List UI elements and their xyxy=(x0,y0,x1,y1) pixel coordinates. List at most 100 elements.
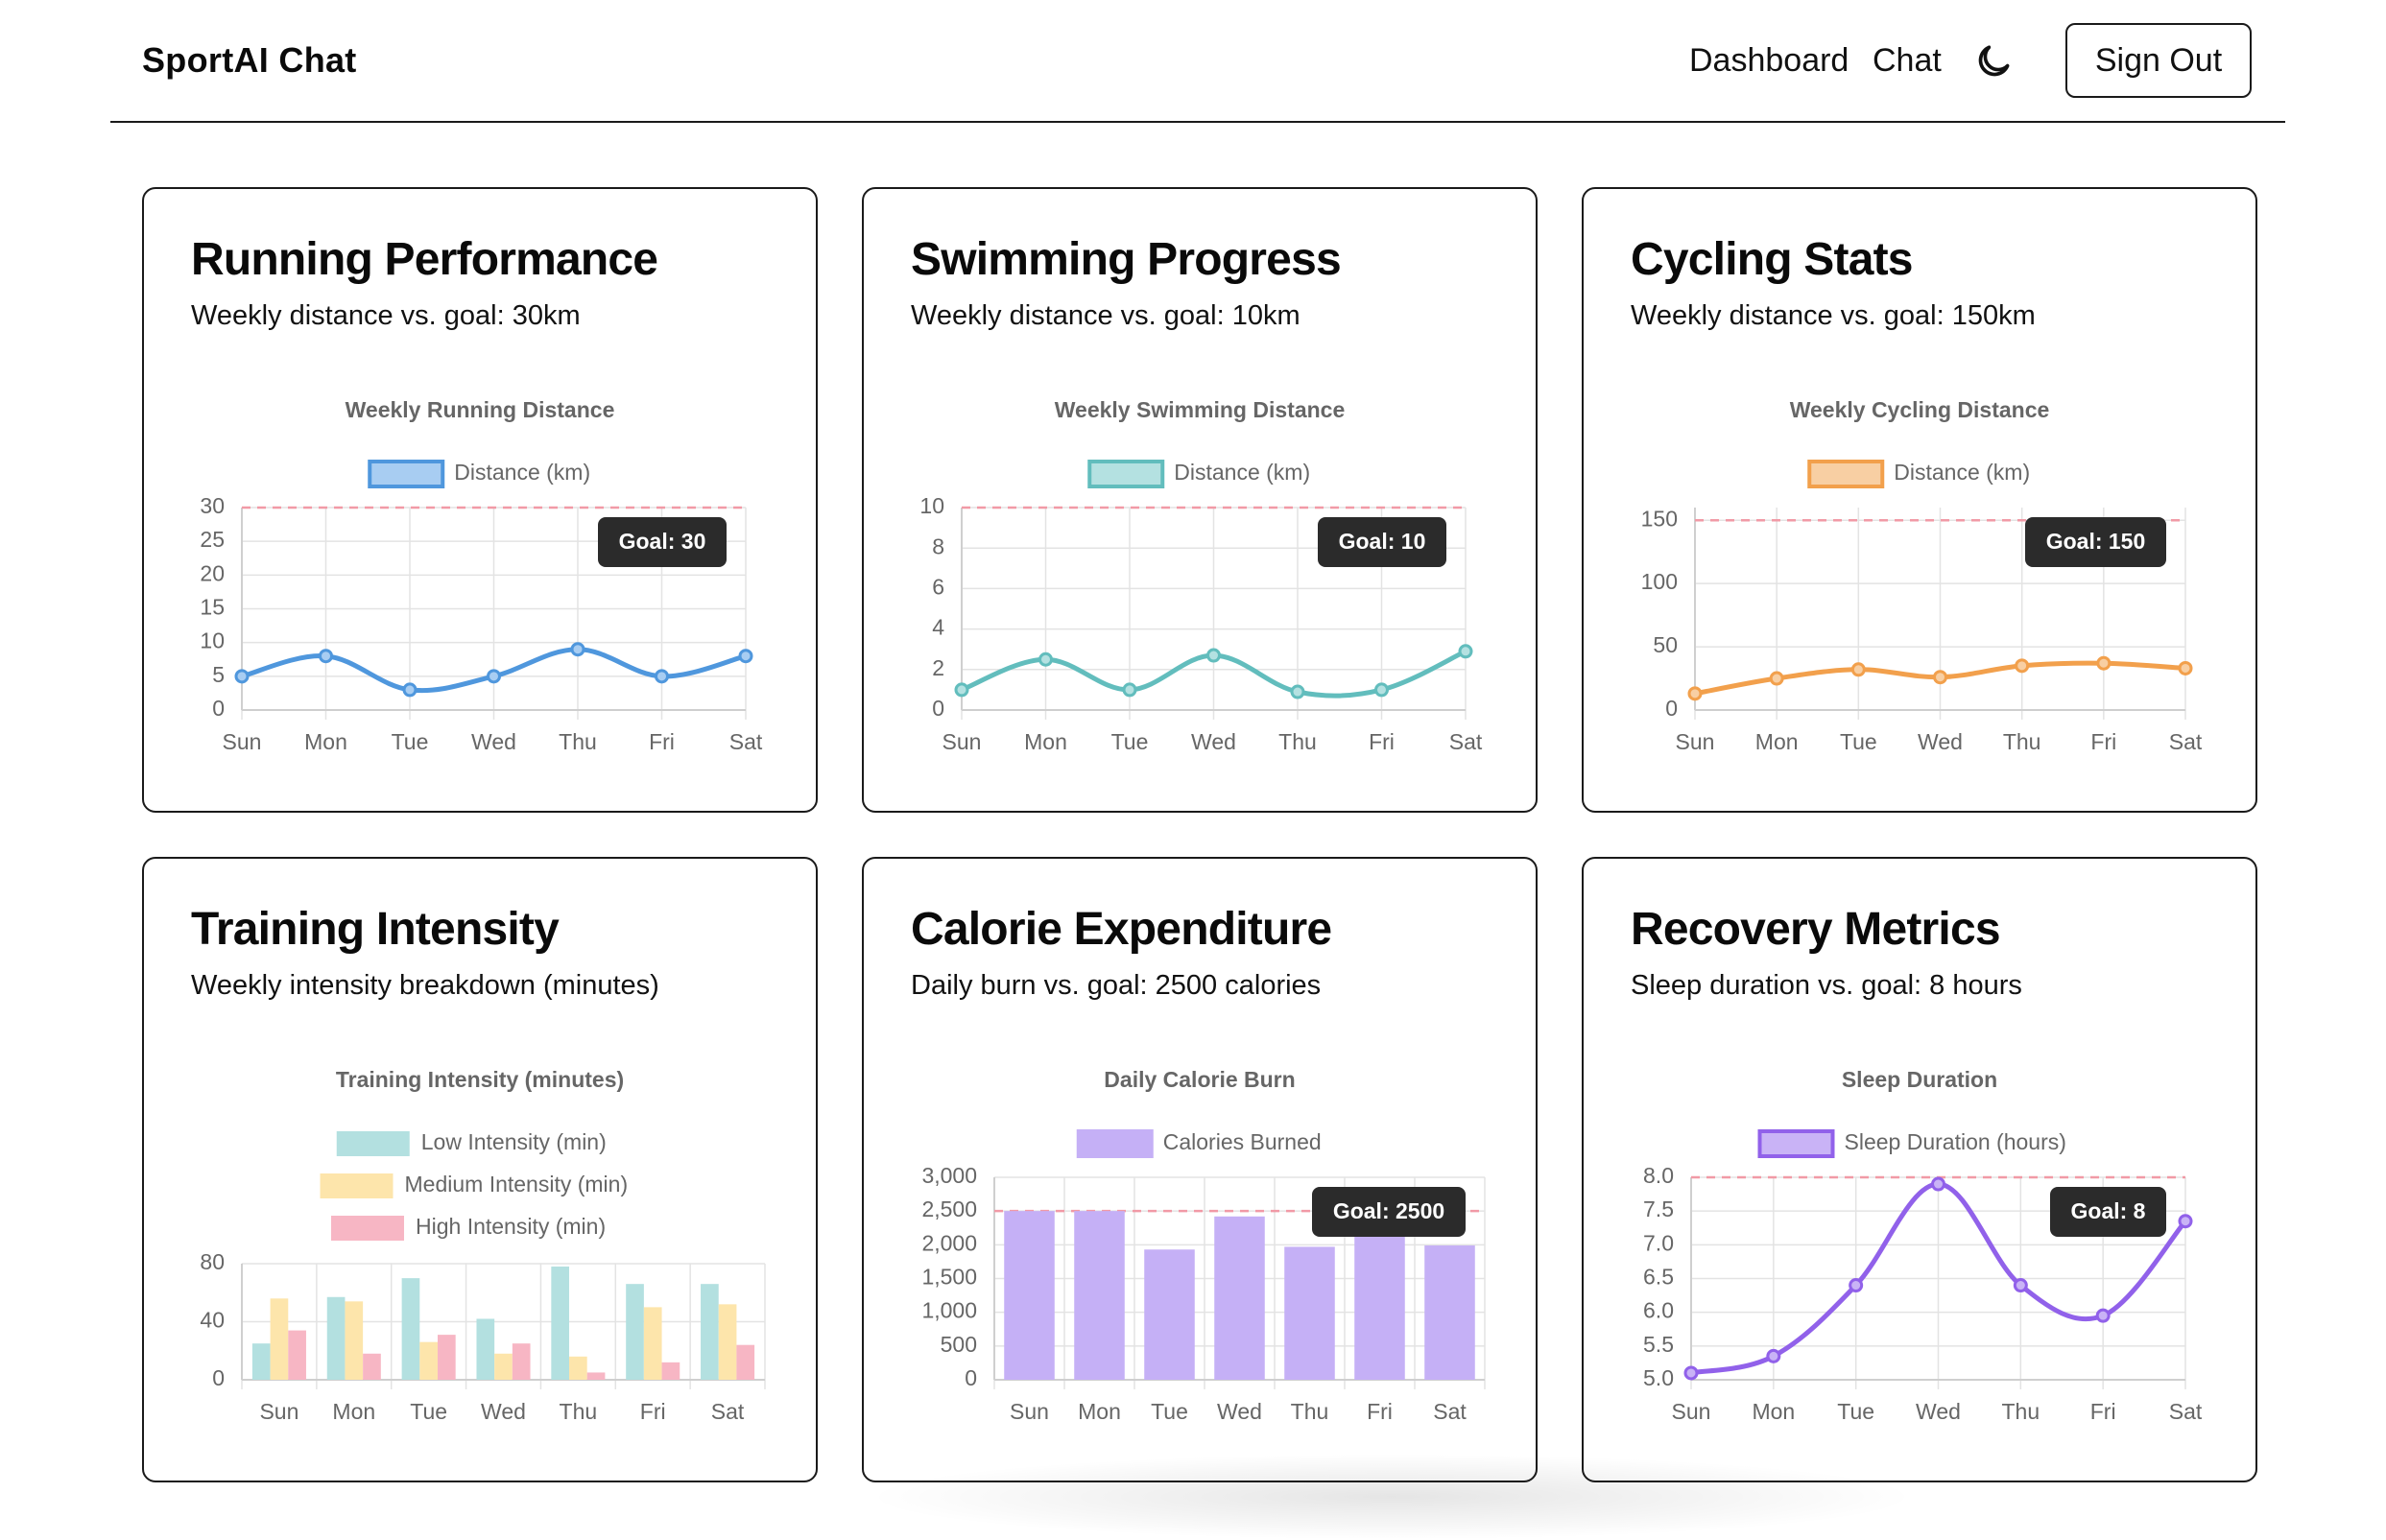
legend-label: Low Intensity (min) xyxy=(421,1129,607,1154)
x-tick-label: Tue xyxy=(392,729,429,754)
data-point xyxy=(234,669,250,684)
data-point xyxy=(402,682,418,698)
legend-swatch xyxy=(1807,460,1885,488)
y-tick-label: 3,000 xyxy=(921,1163,977,1188)
legend-label: Medium Intensity (min) xyxy=(405,1172,629,1196)
bar xyxy=(1004,1211,1055,1380)
x-tick-label: Thu xyxy=(1291,1399,1329,1424)
data-point xyxy=(1850,662,1866,677)
x-tick-label: Fri xyxy=(1369,729,1395,754)
y-tick-label: 2,000 xyxy=(921,1230,977,1255)
chart-title: Weekly Swimming Distance xyxy=(1055,397,1346,422)
y-tick-label: 8.0 xyxy=(1643,1163,1674,1188)
data-point xyxy=(2095,1308,2111,1323)
x-tick-label: Mon xyxy=(304,729,347,754)
bar xyxy=(569,1356,587,1380)
legend-label: Distance (km) xyxy=(1174,460,1310,485)
legend-label: High Intensity (min) xyxy=(416,1214,606,1239)
y-tick-label: 150 xyxy=(1641,506,1678,531)
legend-swatch xyxy=(336,1131,410,1156)
data-point xyxy=(1933,670,1947,685)
x-tick-label: Sat xyxy=(2169,1399,2203,1424)
x-tick-label: Wed xyxy=(1217,1399,1262,1424)
bar xyxy=(586,1372,606,1380)
bar xyxy=(345,1301,364,1380)
nav-link-chat[interactable]: Chat xyxy=(1873,42,1942,80)
bar xyxy=(401,1278,420,1380)
y-tick-label: 0 xyxy=(212,1365,225,1390)
data-point xyxy=(738,649,753,664)
data-point xyxy=(1683,1365,1699,1381)
swimming-distance-chart[interactable]: Weekly Swimming Distance Distance (km) 0 2 4… xyxy=(864,189,1536,811)
bar xyxy=(643,1307,662,1380)
y-tick-label: 0 xyxy=(932,696,944,721)
cycling-distance-chart[interactable]: Weekly Cycling Distance Distance (km) 0 50 1… xyxy=(1584,189,2255,811)
calorie-burn-chart[interactable]: Daily Calorie Burn Calories Burned 0 500 1,0… xyxy=(864,859,1536,1481)
y-tick-label: 0 xyxy=(1665,696,1678,721)
y-tick-label: 80 xyxy=(200,1249,225,1274)
bar xyxy=(419,1341,438,1380)
y-tick-label: 0 xyxy=(212,696,225,721)
y-tick-label: 7.5 xyxy=(1643,1196,1674,1221)
nav-link-dashboard[interactable]: Dashboard xyxy=(1689,42,1849,80)
legend-label: Sleep Duration (hours) xyxy=(1845,1129,2066,1154)
x-tick-label: Wed xyxy=(471,729,516,754)
y-tick-label: 4 xyxy=(932,615,944,640)
bar xyxy=(1214,1216,1265,1380)
running-distance-chart[interactable]: Weekly Running Distance Distance (km) 0 5 10… xyxy=(144,189,816,811)
data-point xyxy=(1038,652,1053,667)
bar xyxy=(288,1330,306,1380)
moon-icon[interactable] xyxy=(1972,40,2015,83)
data-point xyxy=(1458,644,1473,659)
x-tick-label: Sat xyxy=(711,1399,745,1424)
chart-title: Sleep Duration xyxy=(1842,1067,1997,1092)
bar xyxy=(718,1304,737,1380)
x-tick-label: Sun xyxy=(1010,1399,1049,1424)
y-tick-label: 15 xyxy=(200,595,225,620)
top-navigation-bar: SportAI Chat Dashboard Chat Sign Out xyxy=(110,0,2285,123)
chart-title: Weekly Running Distance xyxy=(346,397,615,422)
x-tick-label: Sun xyxy=(223,729,262,754)
y-tick-label: 5.5 xyxy=(1643,1332,1674,1357)
bar xyxy=(512,1343,531,1380)
bar xyxy=(701,1284,719,1380)
y-tick-label: 500 xyxy=(941,1332,977,1357)
data-point xyxy=(1122,682,1137,698)
data-point xyxy=(1766,1348,1781,1363)
bar xyxy=(1284,1246,1335,1380)
x-tick-label: Wed xyxy=(1916,1399,1961,1424)
y-tick-label: 2,500 xyxy=(921,1196,977,1221)
brand-logo-text[interactable]: SportAI Chat xyxy=(142,40,357,81)
y-tick-label: 1,500 xyxy=(921,1265,977,1290)
y-tick-label: 30 xyxy=(200,493,225,518)
training-intensity-chart[interactable]: Training Intensity (minutes) Low Intensit… xyxy=(144,859,816,1481)
bar xyxy=(1354,1220,1405,1380)
x-tick-label: Mon xyxy=(332,1399,375,1424)
y-tick-label: 6.5 xyxy=(1643,1265,1674,1290)
goal-badge-label: Goal: 2500 xyxy=(1333,1198,1444,1223)
sleep-duration-chart[interactable]: Sleep Duration Sleep Duration (hours) 5.0 5… xyxy=(1584,859,2255,1481)
x-tick-label: Tue xyxy=(1837,1399,1874,1424)
y-tick-label: 10 xyxy=(200,628,225,653)
goal-badge-label: Goal: 8 xyxy=(2071,1198,2146,1223)
x-tick-label: Thu xyxy=(2003,729,2041,754)
data-point xyxy=(1849,1278,1864,1293)
x-tick-label: Tue xyxy=(410,1399,447,1424)
card-calorie-expenditure: Calorie Expenditure Daily burn vs. goal:… xyxy=(862,857,1538,1482)
x-tick-label: Thu xyxy=(559,729,597,754)
card-running-performance: Running Performance Weekly distance vs. … xyxy=(142,187,818,813)
legend-swatch xyxy=(1076,1129,1154,1158)
legend-label: Calories Burned xyxy=(1163,1129,1322,1154)
x-tick-label: Tue xyxy=(1840,729,1877,754)
y-tick-label: 0 xyxy=(965,1365,977,1390)
legend-swatch xyxy=(1757,1129,1835,1158)
data-point xyxy=(1206,648,1221,663)
legend-swatch xyxy=(368,460,445,488)
y-tick-label: 100 xyxy=(1641,569,1678,594)
bar xyxy=(736,1344,755,1380)
y-tick-label: 50 xyxy=(1653,632,1678,657)
x-tick-label: Wed xyxy=(481,1399,526,1424)
data-point xyxy=(487,669,501,684)
x-tick-label: Sat xyxy=(1433,1399,1467,1424)
sign-out-button[interactable]: Sign Out xyxy=(2065,23,2252,98)
